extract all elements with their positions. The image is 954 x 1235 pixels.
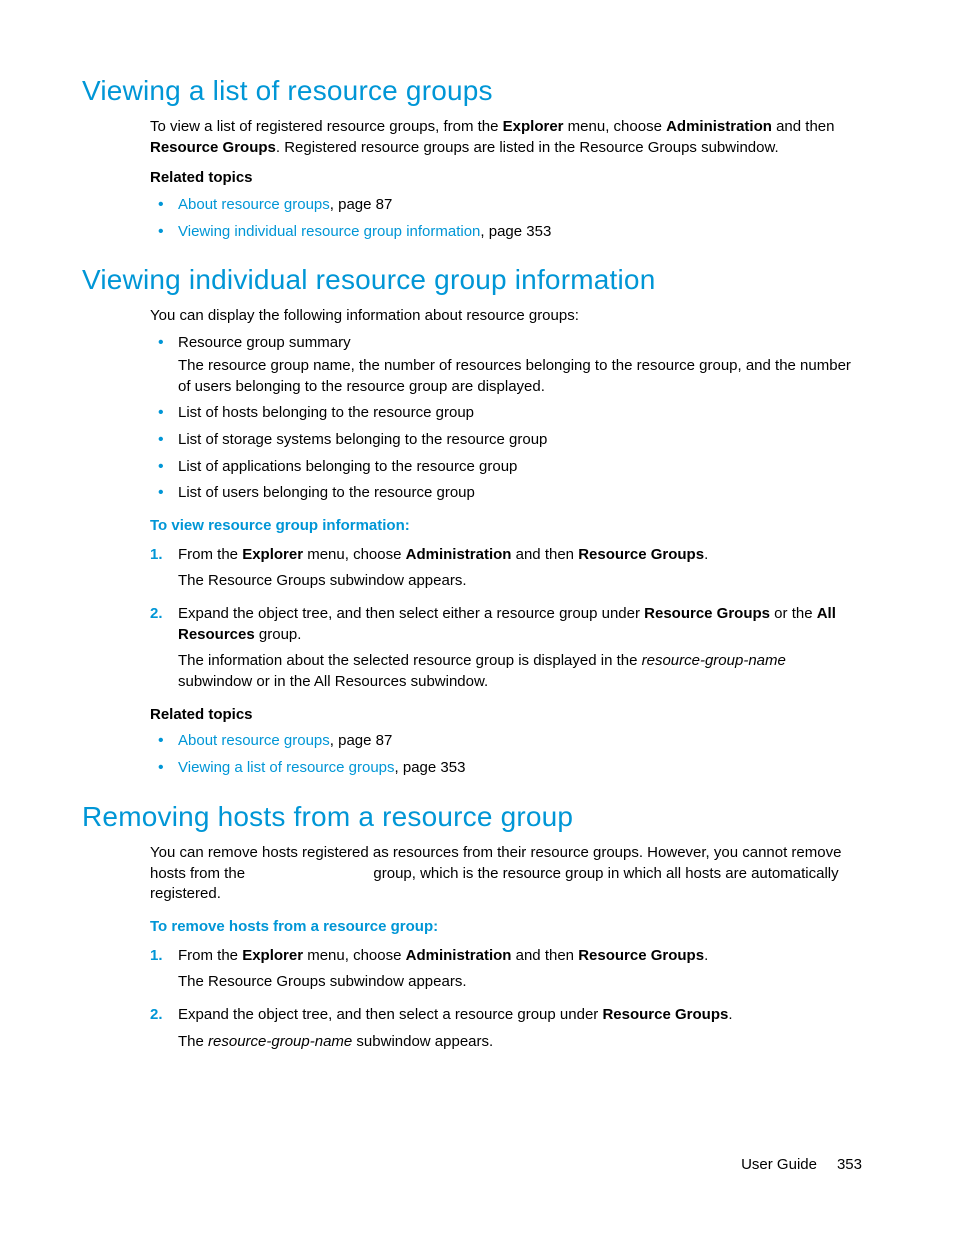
list-item: Viewing individual resource group inform… [150,222,862,243]
list-item: List of users belonging to the resource … [150,483,862,504]
page-footer: User Guide 353 [741,1156,862,1173]
bold-administration: Administration [666,118,772,135]
link-about-resource-groups[interactable]: About resource groups [178,732,330,749]
text: The [178,1033,208,1050]
text: menu, choose [564,118,667,135]
bold-administration: Administration [406,947,512,964]
text: From the [178,546,242,563]
bold-resource-groups: Resource Groups [644,605,770,622]
text: menu, choose [303,546,406,563]
text: . Registered resource groups are listed … [276,139,779,156]
step-result: The Resource Groups subwindow appears. [178,571,862,592]
section3-intro: You can remove hosts registered as resou… [150,843,862,905]
text: subwindow appears. [352,1033,493,1050]
italic-resource-group-name: resource-group-name [208,1033,352,1050]
text: . [704,947,708,964]
text: , page 353 [395,759,466,776]
text: . [704,546,708,563]
step-result: The resource-group-name subwindow appear… [178,1032,862,1053]
bold-resource-groups: Resource Groups [150,139,276,156]
heading-viewing-list: Viewing a list of resource groups [82,75,862,107]
list-item: Viewing a list of resource groups, page … [150,758,862,779]
list-item: List of applications belonging to the re… [150,457,862,478]
bold-resource-groups: Resource Groups [578,947,704,964]
text: The information about the selected resou… [178,652,642,669]
bold-explorer: Explorer [503,118,564,135]
bold-resource-groups: Resource Groups [602,1006,728,1023]
heading-removing-hosts: Removing hosts from a resource group [82,801,862,833]
step: From the Explorer menu, choose Administr… [150,545,862,592]
section1-body: To view a list of registered resource gr… [150,117,862,242]
page-number: 353 [837,1156,862,1173]
text: Expand the object tree, and then select … [178,1006,602,1023]
text: group. [255,626,302,643]
bullet-desc: The resource group name, the number of r… [178,356,862,397]
section2-bullets: Resource group summary The resource grou… [150,333,862,504]
text: . [728,1006,732,1023]
section2-steps: From the Explorer menu, choose Administr… [150,545,862,693]
procedure-label: To remove hosts from a resource group: [150,917,862,938]
text: Expand the object tree, and then select … [178,605,644,622]
list-item: About resource groups, page 87 [150,195,862,216]
text: group, which is the resource group in wh… [150,865,839,903]
bold-resource-groups: Resource Groups [578,546,704,563]
link-viewing-list[interactable]: Viewing a list of resource groups [178,759,395,776]
step-result: The information about the selected resou… [178,651,862,692]
section2-intro: You can display the following informatio… [150,306,862,327]
related-topics-label: Related topics [150,705,862,726]
section3-steps: From the Explorer menu, choose Administr… [150,946,862,1053]
list-item: List of hosts belonging to the resource … [150,403,862,424]
bullet-title: Resource group summary [178,334,351,351]
footer-label: User Guide [741,1156,817,1173]
list-item: Resource group summary The resource grou… [150,333,862,397]
text: and then [772,118,835,135]
bold-administration: Administration [406,546,512,563]
text: menu, choose [303,947,406,964]
section1-intro: To view a list of registered resource gr… [150,117,862,158]
link-viewing-individual[interactable]: Viewing individual resource group inform… [178,223,480,240]
bold-explorer: Explorer [242,947,303,964]
bold-explorer: Explorer [242,546,303,563]
related-topics-list: About resource groups, page 87 Viewing a… [150,731,862,778]
text: , page 87 [330,732,393,749]
section2-body: You can display the following informatio… [150,306,862,778]
step: From the Explorer menu, choose Administr… [150,946,862,993]
list-item: About resource groups, page 87 [150,731,862,752]
text: , page 353 [480,223,551,240]
heading-viewing-individual: Viewing individual resource group inform… [82,264,862,296]
step: Expand the object tree, and then select … [150,1005,862,1052]
text: From the [178,947,242,964]
link-about-resource-groups[interactable]: About resource groups [178,196,330,213]
step-result: The Resource Groups subwindow appears. [178,972,862,993]
text: , page 87 [330,196,393,213]
procedure-label: To view resource group information: [150,516,862,537]
list-item: List of storage systems belonging to the… [150,430,862,451]
text: and then [511,546,578,563]
related-topics-list: About resource groups, page 87 Viewing i… [150,195,862,242]
text: and then [511,947,578,964]
italic-resource-group-name: resource-group-name [642,652,786,669]
step: Expand the object tree, and then select … [150,604,862,693]
text: subwindow or in the All Resources subwin… [178,673,488,690]
related-topics-label: Related topics [150,168,862,189]
section3-body: You can remove hosts registered as resou… [150,843,862,1053]
text: or the [770,605,817,622]
text: To view a list of registered resource gr… [150,118,503,135]
